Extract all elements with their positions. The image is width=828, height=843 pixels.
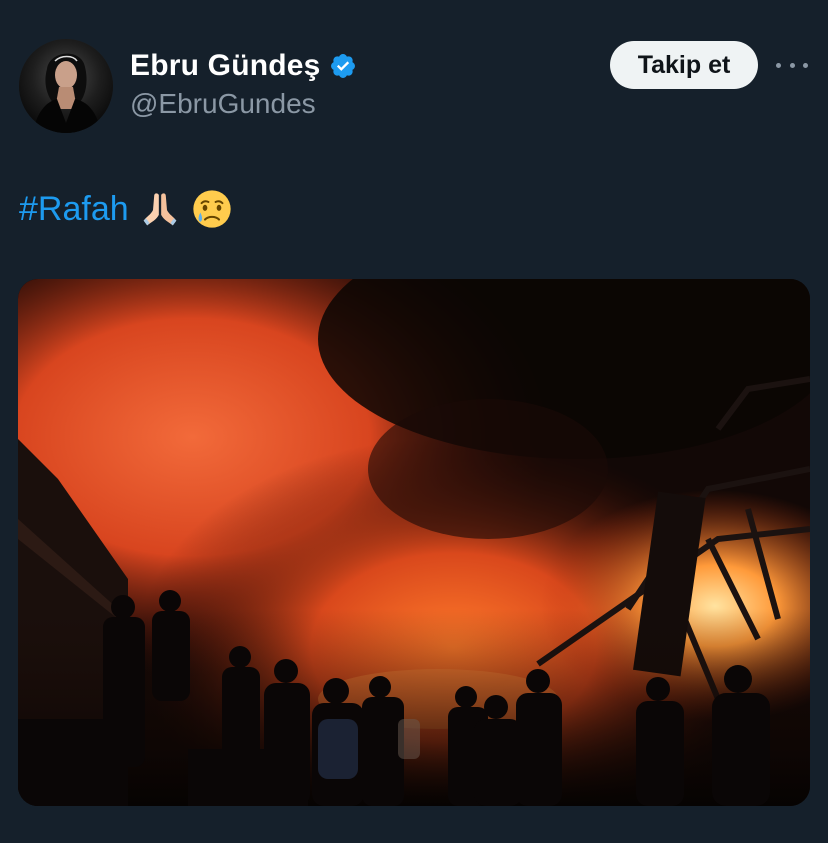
more-dot [803, 62, 808, 68]
avatar[interactable] [19, 39, 113, 133]
tweet-card: Ebru Gündeş @EbruGundes Takip et #Rafah [0, 0, 828, 843]
tweet-photo[interactable] [18, 279, 810, 806]
crying-face-emoji-icon [192, 190, 231, 228]
folded-hands-emoji-icon [143, 193, 176, 226]
author-handle[interactable]: @EbruGundes [130, 88, 316, 120]
more-dot [789, 62, 795, 68]
follow-button[interactable]: Takip et [610, 41, 758, 89]
avatar-image [19, 39, 113, 133]
more-dot [776, 62, 781, 68]
photo-image [18, 279, 810, 806]
more-options-icon[interactable] [776, 52, 808, 78]
tweet-text: #Rafah [19, 186, 233, 232]
verified-badge-icon [330, 54, 355, 78]
hashtag-link[interactable]: #Rafah [19, 190, 129, 229]
author-display-name[interactable]: Ebru Gündeş [130, 49, 321, 83]
author-name-row[interactable]: Ebru Gündeş [130, 47, 357, 85]
